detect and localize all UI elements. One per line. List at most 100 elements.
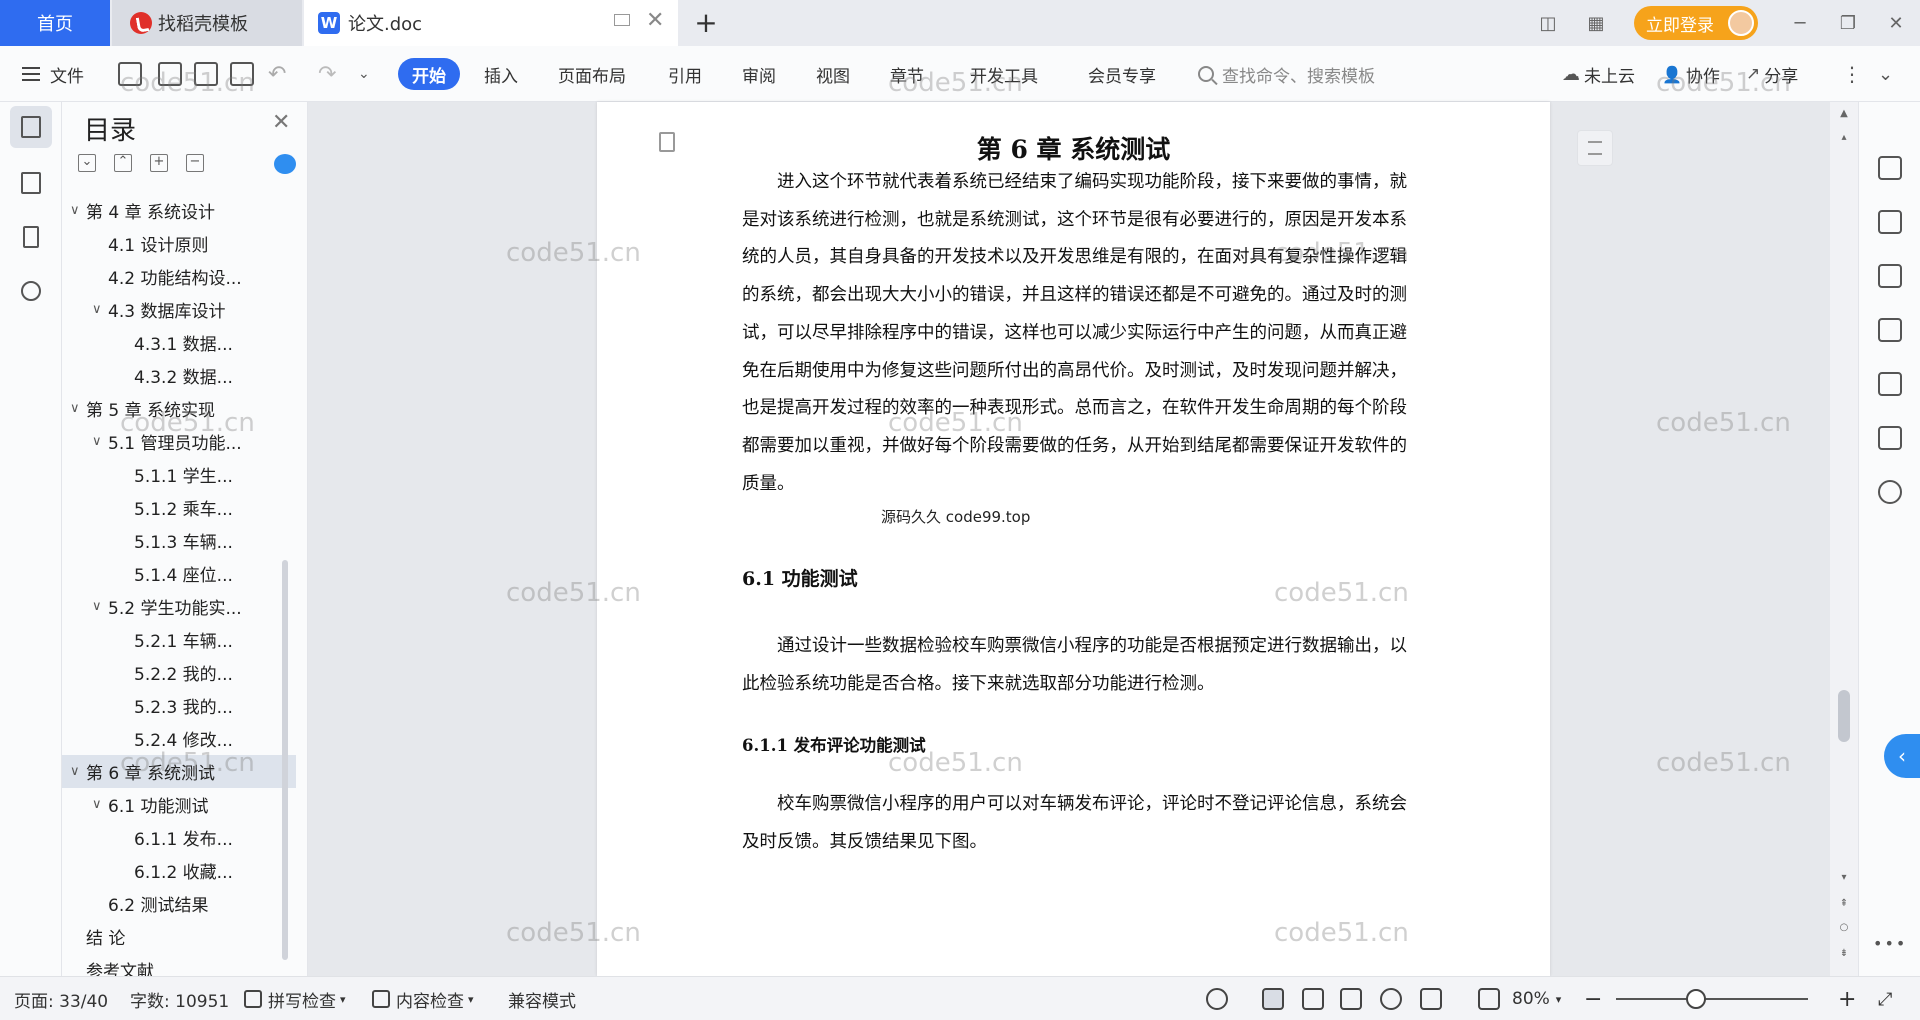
chevron-down-icon[interactable]: ∨ [70, 203, 86, 218]
cloud-status-button[interactable]: ☁ 未上云 [1562, 46, 1635, 102]
ribbon-tab-review[interactable]: 审阅 [742, 46, 776, 102]
share-button[interactable]: ↗ 分享 [1746, 46, 1798, 102]
chevron-down-icon[interactable]: ∨ [70, 401, 86, 416]
read-mode-icon[interactable] [1878, 426, 1902, 450]
zoom-level[interactable]: 80% ▾ [1512, 977, 1561, 1020]
select-browse-icon[interactable]: ○ [1838, 922, 1850, 933]
chevron-down-icon[interactable]: ∨ [92, 434, 108, 449]
toc-item[interactable]: 5.2.4 修改... [62, 722, 296, 755]
toc-item[interactable]: ∨ 第 6 章 系统测试 [62, 755, 296, 788]
print-icon[interactable] [194, 62, 218, 86]
more-options-icon[interactable]: ⋮ [1842, 46, 1862, 102]
write-mode-icon[interactable] [1420, 988, 1442, 1010]
toc-item[interactable]: ∨ 5.2 学生功能实... [62, 590, 296, 623]
redo-icon[interactable]: ↷ [318, 46, 336, 102]
collab-button[interactable]: 👤 协作 [1662, 46, 1720, 102]
toc-item[interactable]: ∨ 第 5 章 系统实现 [62, 392, 296, 425]
spell-check-button[interactable]: 拼写检查 ▾ [244, 977, 346, 1020]
tab-home[interactable]: 首页 [0, 0, 110, 46]
ribbon-tab-insert[interactable]: 插入 [484, 46, 518, 102]
command-search-input[interactable]: 查找命令、搜索模板 [1198, 46, 1375, 102]
ribbon-tab-references[interactable]: 引用 [668, 46, 702, 102]
print-preview-icon[interactable] [230, 62, 254, 86]
toc-item[interactable]: 4.3.2 数据... [62, 359, 296, 392]
toc-item[interactable]: 5.1.3 车辆... [62, 524, 296, 557]
navigation-pane-toggle[interactable] [10, 162, 52, 204]
chevron-down-icon[interactable]: ∨ [70, 764, 86, 779]
restore-icon[interactable]: ❐ [1824, 13, 1872, 34]
page-indicator[interactable]: 页面: 33/40 [14, 977, 108, 1020]
undo-icon[interactable]: ↶ [268, 46, 286, 102]
toc-item[interactable]: 5.1.1 学生... [62, 458, 296, 491]
toc-item[interactable]: 4.3.1 数据... [62, 326, 296, 359]
expand-all-icon[interactable]: ⌄ [78, 154, 96, 172]
customize-chevron-icon[interactable]: ⌄ [358, 46, 370, 102]
scroll-thumb[interactable] [1838, 690, 1850, 742]
fit-page-icon[interactable] [1478, 988, 1500, 1010]
scroll-down-icon[interactable]: ▾ [1838, 872, 1850, 883]
next-page-icon[interactable]: ⇟ [1838, 948, 1850, 959]
select-pointer-icon[interactable] [1878, 210, 1902, 234]
tab-template[interactable]: 找稻壳模板 [112, 0, 302, 46]
toc-item[interactable]: 5.1.2 乘车... [62, 491, 296, 524]
toc-item[interactable]: ∨ 6.1 功能测试 [62, 788, 296, 821]
pen-edit-icon[interactable] [1878, 156, 1902, 180]
toc-close-icon[interactable]: ✕ [272, 110, 290, 135]
toc-item[interactable]: 5.2.3 我的... [62, 689, 296, 722]
toc-item[interactable]: ∨ 5.1 管理员功能... [62, 425, 296, 458]
toc-item[interactable]: 4.1 设计原则 [62, 227, 296, 260]
toc-item[interactable]: 6.1.2 收藏... [62, 854, 296, 887]
toc-panel-toggle[interactable] [10, 106, 52, 148]
toc-item[interactable]: 5.1.4 座位... [62, 557, 296, 590]
chevron-down-icon[interactable]: ∨ [92, 302, 108, 317]
document-scrollbar[interactable]: ▲ ▴ ▾ ⇞ ○ ⇟ [1830, 102, 1858, 976]
zoom-out-icon[interactable]: − [1584, 977, 1602, 1020]
float-window-icon[interactable] [614, 14, 630, 26]
toc-item[interactable]: 6.2 测试结果 [62, 887, 296, 920]
web-view-icon[interactable] [1380, 988, 1402, 1010]
toc-item[interactable]: 6.1.1 发布... [62, 821, 296, 854]
zoom-slider[interactable] [1616, 998, 1808, 1000]
login-button[interactable]: 立即登录 [1634, 6, 1758, 40]
help-icon[interactable] [1878, 480, 1902, 504]
zoom-slider-knob[interactable] [1686, 989, 1706, 1009]
outline-view-icon[interactable] [1302, 988, 1324, 1010]
scroll-up-icon[interactable]: ▴ [1838, 132, 1850, 143]
close-tab-icon[interactable]: ✕ [646, 8, 664, 33]
ribbon-tab-member[interactable]: 会员专享 [1088, 46, 1156, 102]
apps-grid-icon[interactable]: ▦ [1572, 13, 1620, 34]
find-toggle[interactable] [10, 270, 52, 312]
close-window-icon[interactable]: ✕ [1872, 13, 1920, 34]
collapse-all-icon[interactable]: ⌃ [114, 154, 132, 172]
prev-page-icon[interactable]: ⇞ [1838, 898, 1850, 909]
ai-assistant-icon[interactable] [274, 154, 296, 174]
document-page[interactable]: 第 6 章 系统测试 进入这个环节就代表着系统已经结束了编码实现功能阶段，接下来… [597, 102, 1613, 976]
toc-item[interactable]: 5.2.1 车辆... [62, 623, 296, 656]
save-icon[interactable] [118, 62, 142, 86]
export-pdf-icon[interactable] [158, 62, 182, 86]
word-count[interactable]: 字数: 10951 [130, 977, 229, 1020]
toc-item[interactable]: ∨ 4.3 数据库设计 [62, 293, 296, 326]
layout-icon[interactable]: ◫ [1524, 13, 1572, 34]
tab-document[interactable]: W 论文.doc ✕ [304, 0, 678, 46]
toc-scrollbar[interactable] [282, 560, 288, 960]
page-collapse-button[interactable] [1577, 130, 1613, 166]
new-tab-button[interactable]: + [690, 6, 722, 39]
toc-item[interactable]: 参考文献 [62, 953, 296, 976]
ribbon-tab-layout[interactable]: 页面布局 [558, 46, 626, 102]
bookmark-toggle[interactable] [10, 216, 52, 258]
zoom-in-icon[interactable]: + [1838, 977, 1856, 1020]
image-tools-icon[interactable] [1878, 318, 1902, 342]
add-heading-icon[interactable]: + [150, 154, 168, 172]
scroll-top-icon[interactable]: ▲ [1838, 108, 1850, 119]
toc-item[interactable]: 4.2 功能结构设... [62, 260, 296, 293]
smart-tools-icon[interactable] [1878, 372, 1902, 396]
toc-item[interactable]: ∨ 第 4 章 系统设计 [62, 194, 296, 227]
chevron-down-icon[interactable]: ∨ [92, 599, 108, 614]
more-tools-icon[interactable]: ••• [1873, 934, 1907, 953]
reading-view-icon[interactable] [1340, 988, 1362, 1010]
page-view-icon[interactable] [1262, 988, 1284, 1010]
minimize-icon[interactable]: ─ [1776, 13, 1824, 34]
file-menu[interactable]: 文件 [22, 46, 84, 102]
fullscreen-icon[interactable]: ⤢ [1878, 977, 1892, 1020]
